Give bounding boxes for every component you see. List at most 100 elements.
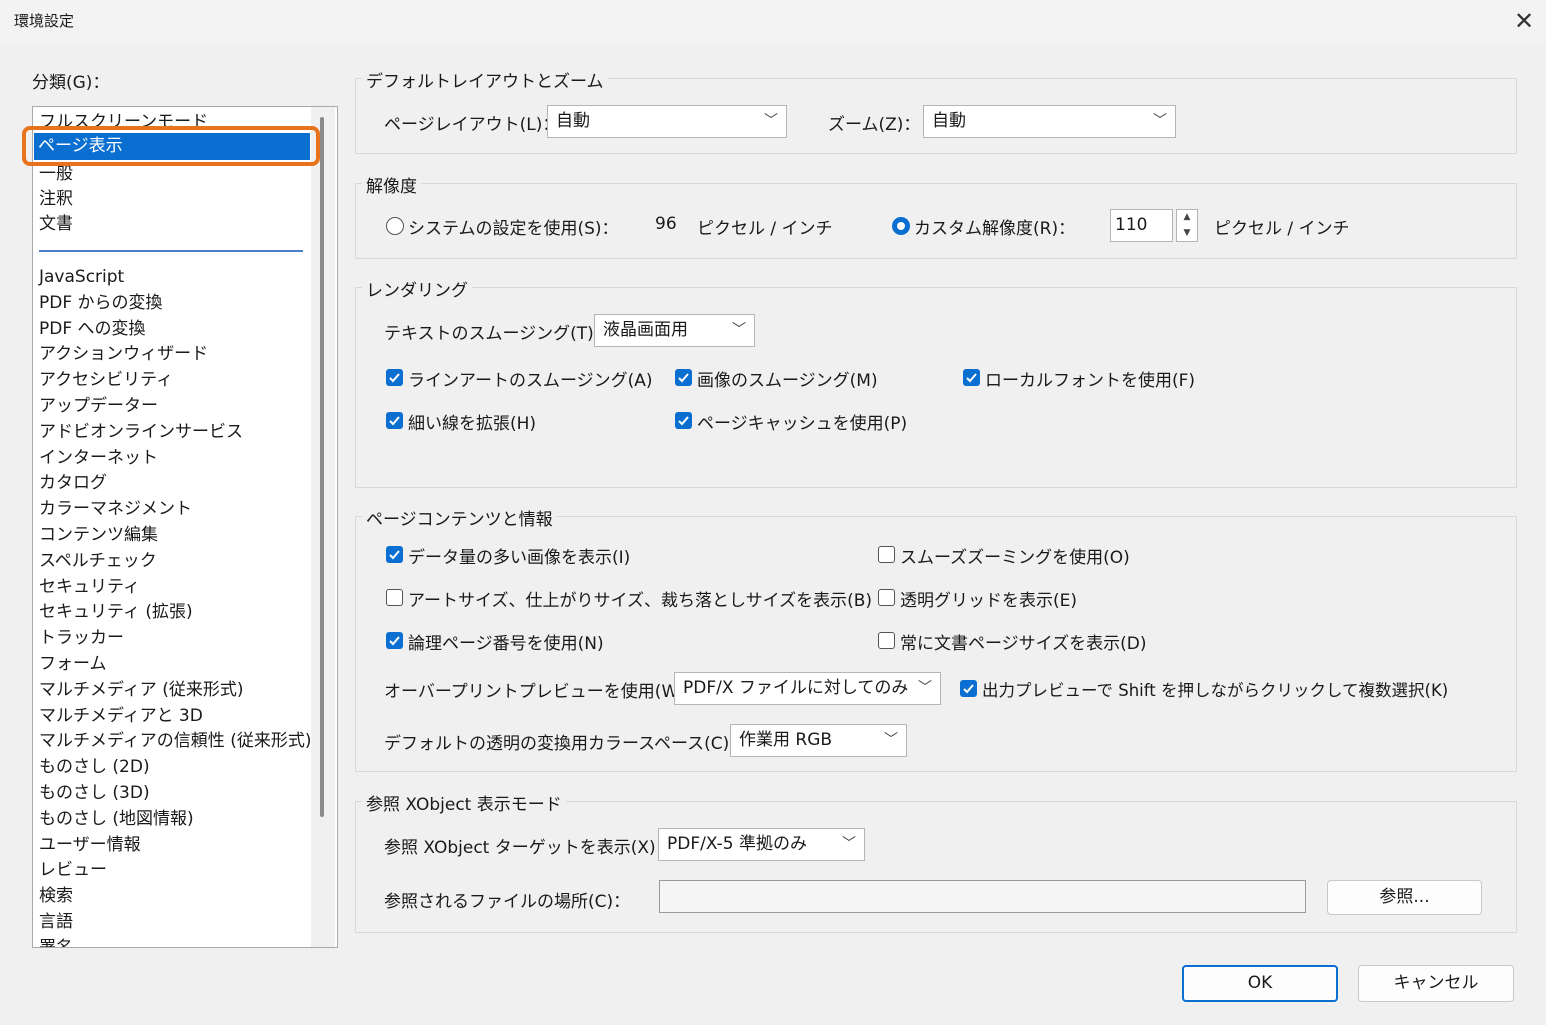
blend-space-label: デフォルトの透明の変換用カラースペース(C)：: [384, 734, 747, 754]
blend-space-value: 作業用 RGB: [739, 730, 833, 750]
system-resolution-label: システムの設定を使用(S)：: [408, 219, 619, 239]
smooth-zoom-checkbox[interactable]: [878, 546, 895, 563]
list-item[interactable]: マルチメディア (従来形式): [39, 678, 243, 703]
zoom-label: ズーム(Z)：: [828, 115, 921, 135]
chevron-down-icon: ﹀: [764, 113, 778, 129]
list-item[interactable]: カタログ: [39, 471, 107, 496]
doc-page-size-label: 常に文書ページサイズを表示(D): [900, 634, 1147, 654]
custom-resolution-input[interactable]: 110: [1110, 209, 1173, 242]
cancel-button[interactable]: キャンセル: [1358, 965, 1514, 1002]
list-item[interactable]: JavaScript: [39, 265, 124, 290]
list-item[interactable]: アクションウィザード: [39, 342, 208, 367]
page-layout-select[interactable]: 自動 ﹀: [547, 105, 787, 138]
page-layout-label: ページレイアウト(L)：: [384, 115, 560, 135]
list-item[interactable]: マルチメディアと 3D: [39, 704, 203, 729]
list-item[interactable]: カラーマネジメント: [39, 497, 192, 522]
chevron-down-icon: ﹀: [884, 732, 898, 748]
list-item[interactable]: 署名: [39, 936, 73, 947]
list-item[interactable]: ユーザー情報: [39, 833, 141, 858]
smooth-zoom-label: スムーズズーミングを使用(O): [900, 548, 1130, 568]
highlight-annotation: [22, 126, 320, 166]
art-trim-checkbox[interactable]: [386, 589, 403, 606]
unit-label-1: ピクセル / インチ: [697, 219, 833, 239]
list-item[interactable]: スペルチェック: [39, 549, 157, 574]
system-resolution-radio[interactable]: [386, 217, 404, 235]
text-smoothing-select[interactable]: 液晶画面用 ﹀: [594, 314, 755, 347]
ok-button[interactable]: OK: [1182, 965, 1338, 1002]
category-label: 分類(G)：: [32, 73, 110, 93]
list-item[interactable]: ものさし (地図情報): [39, 807, 194, 832]
browse-button[interactable]: 参照...: [1327, 880, 1482, 915]
spin-up-icon[interactable]: ▲: [1177, 210, 1197, 225]
xobject-target-value: PDF/X-5 準拠のみ: [667, 834, 808, 854]
image-smoothing-label: 画像のスムージング(M): [697, 371, 878, 391]
chevron-down-icon: ﹀: [732, 322, 746, 338]
list-item[interactable]: セキュリティ: [39, 575, 140, 600]
chevron-down-icon: ﹀: [842, 836, 856, 852]
spin-down-icon[interactable]: ▼: [1177, 226, 1197, 241]
large-images-label: データ量の多い画像を表示(I): [408, 548, 631, 568]
preferences-dialog: 環境設定 ✕ 分類(G)： フルスクリーンモード 一般 注釈 文書 JavaSc…: [0, 0, 1546, 1025]
page-cache-checkbox[interactable]: [675, 412, 692, 429]
list-item[interactable]: フォーム: [39, 652, 107, 677]
line-art-label: ラインアートのスムージング(A): [408, 371, 653, 391]
unit-label-2: ピクセル / インチ: [1214, 219, 1350, 239]
list-item[interactable]: 言語: [39, 910, 73, 935]
page-content-group-title: ページコンテンツと情報: [362, 505, 557, 530]
resolution-group-title: 解像度: [362, 172, 421, 197]
zoom-value: 自動: [932, 111, 966, 131]
thin-lines-checkbox[interactable]: [386, 412, 403, 429]
blend-space-select[interactable]: 作業用 RGB ﹀: [730, 724, 907, 757]
close-icon[interactable]: ✕: [1504, 4, 1544, 38]
large-images-checkbox[interactable]: [386, 546, 403, 563]
list-separator: [39, 250, 303, 252]
list-item[interactable]: セキュリティ (拡張): [39, 600, 193, 625]
overprint-select[interactable]: PDF/X ファイルに対してのみ ﹀: [674, 672, 941, 705]
zoom-select[interactable]: 自動 ﹀: [923, 105, 1176, 138]
rendering-group-title: レンダリング: [362, 276, 472, 301]
layout-group-title: デフォルトレイアウトとズーム: [362, 67, 608, 92]
doc-page-size-checkbox[interactable]: [878, 632, 895, 649]
system-resolution-value: 96: [655, 214, 677, 234]
window-title: 環境設定: [14, 12, 75, 30]
xobject-group-title: 参照 XObject 表示モード: [362, 790, 566, 815]
chevron-down-icon: ﹀: [918, 680, 932, 696]
list-item[interactable]: ものさし (3D): [39, 781, 150, 806]
list-item[interactable]: コンテンツ編集: [39, 523, 158, 548]
text-smoothing-label: テキストのスムージング(T)：: [384, 324, 611, 344]
transparency-grid-checkbox[interactable]: [878, 589, 895, 606]
transparency-grid-label: 透明グリッドを表示(E): [900, 591, 1078, 611]
list-item[interactable]: マルチメディアの信頼性 (従来形式): [39, 729, 311, 754]
title-bar: 環境設定 ✕: [0, 0, 1546, 44]
list-item-documents[interactable]: 文書: [39, 212, 73, 237]
list-item[interactable]: トラッカー: [39, 626, 124, 651]
local-fonts-checkbox[interactable]: [963, 369, 980, 386]
local-fonts-label: ローカルフォントを使用(F): [985, 371, 1196, 391]
list-item[interactable]: アドビオンラインサービス: [39, 420, 243, 445]
resolution-spinner[interactable]: ▲ ▼: [1176, 209, 1198, 242]
list-item[interactable]: レビュー: [39, 858, 107, 883]
list-item[interactable]: PDF からの変換: [39, 291, 163, 316]
image-smoothing-checkbox[interactable]: [675, 369, 692, 386]
list-item-comments[interactable]: 注釈: [39, 187, 73, 212]
logical-page-label: 論理ページ番号を使用(N): [408, 634, 604, 654]
output-preview-checkbox[interactable]: [960, 680, 977, 697]
category-list[interactable]: フルスクリーンモード 一般 注釈 文書 JavaScript PDF からの変換 P…: [32, 106, 338, 948]
file-location-label: 参照されるファイルの場所(C)：: [384, 892, 631, 912]
list-item[interactable]: ものさし (2D): [39, 755, 150, 780]
art-trim-label: アートサイズ、仕上がりサイズ、裁ち落としサイズを表示(B): [408, 591, 873, 611]
custom-resolution-radio[interactable]: [892, 217, 910, 235]
list-item[interactable]: アップデーター: [39, 394, 158, 419]
list-item[interactable]: 検索: [39, 884, 73, 909]
overprint-value: PDF/X ファイルに対してのみ: [683, 678, 909, 698]
line-art-checkbox[interactable]: [386, 369, 403, 386]
list-item[interactable]: PDF への変換: [39, 317, 146, 342]
page-cache-label: ページキャッシュを使用(P): [697, 414, 908, 434]
file-location-input[interactable]: [659, 880, 1306, 913]
list-item[interactable]: インターネット: [39, 446, 158, 471]
output-preview-label: 出力プレビューで Shift を押しながらクリックして複数選択(K): [982, 681, 1449, 700]
list-scroll-thumb[interactable]: [320, 117, 324, 817]
list-item[interactable]: アクセシビリティ: [39, 368, 173, 393]
xobject-target-select[interactable]: PDF/X-5 準拠のみ ﹀: [658, 828, 865, 861]
logical-page-checkbox[interactable]: [386, 632, 403, 649]
